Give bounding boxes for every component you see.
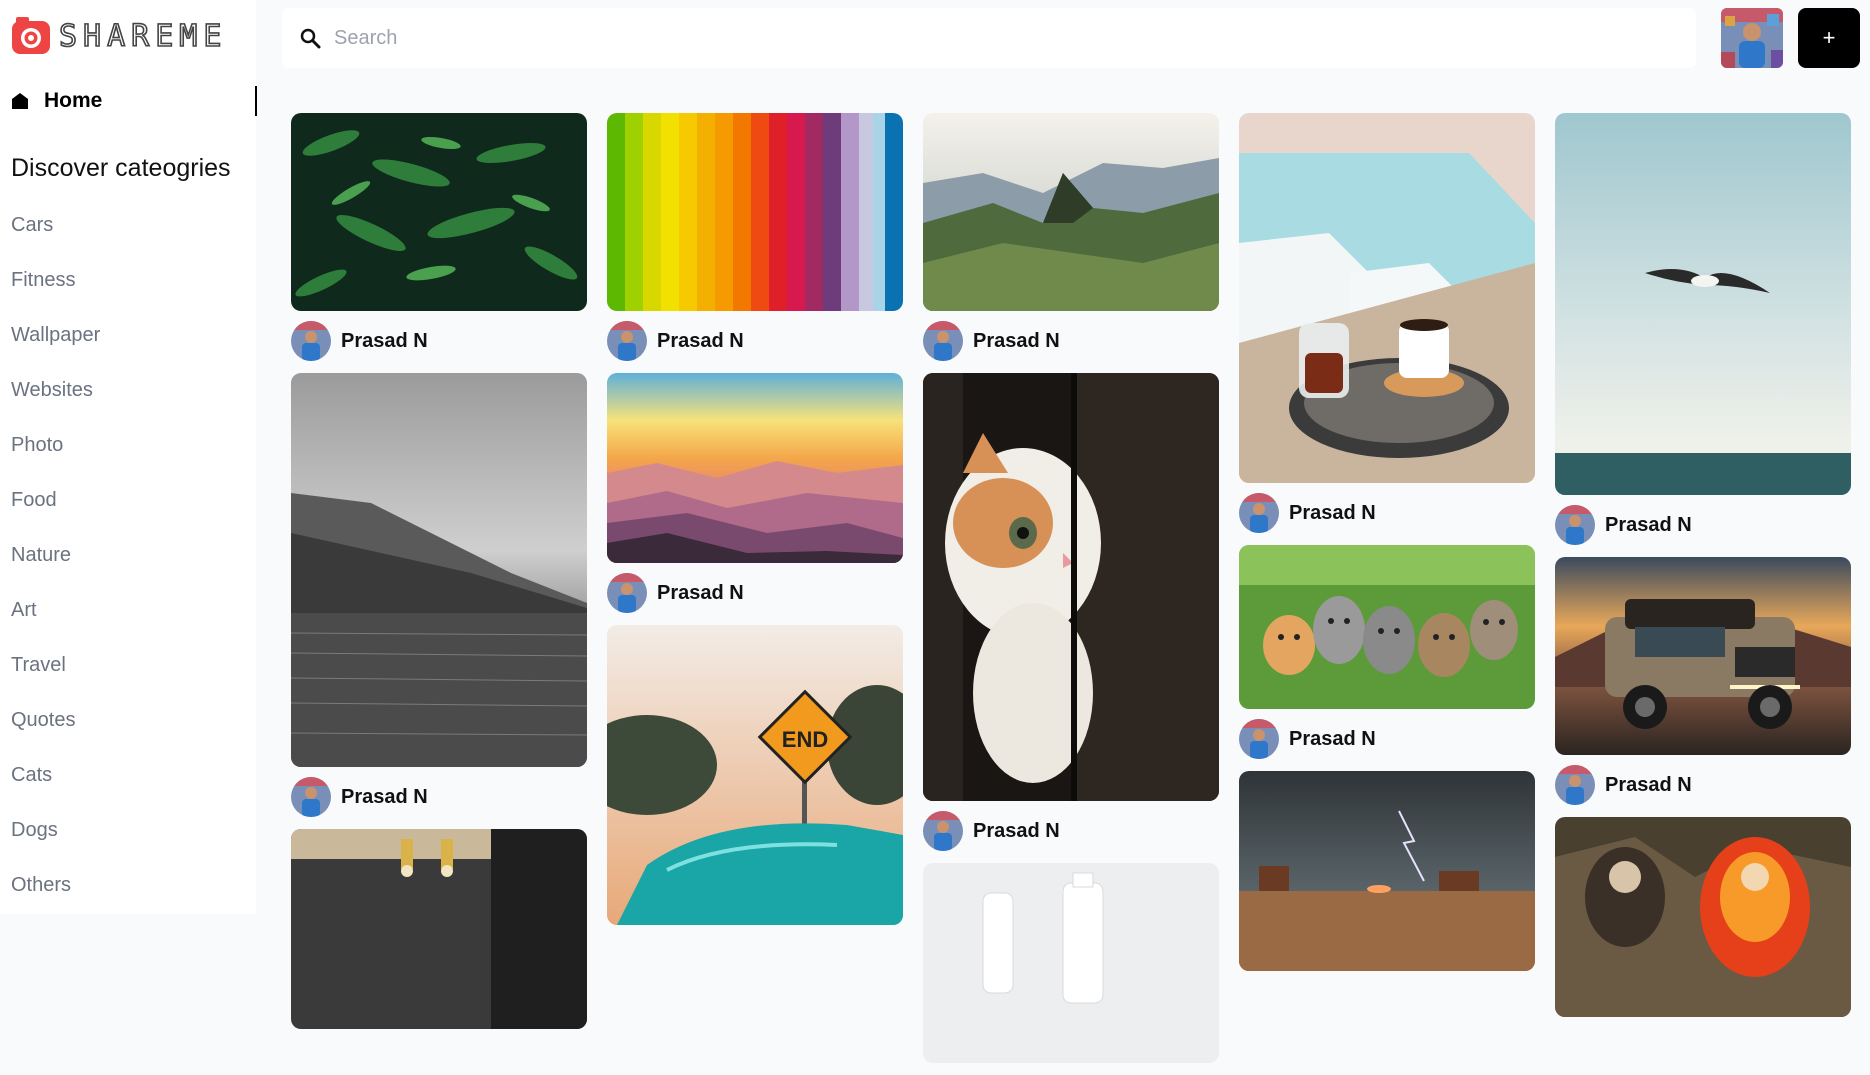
sidebar-item-websites[interactable]: Websites [11,379,100,434]
author-name: Prasad N [1289,501,1376,524]
search-bar [282,8,1696,68]
user-avatar[interactable] [1721,8,1783,68]
author-avatar [607,321,647,361]
pin-card: Prasad N [291,373,587,817]
pin-column: Prasad N [607,113,903,937]
author-name: Prasad N [657,581,744,604]
pin-image[interactable] [1555,113,1851,495]
pin-column: Prasad N [1555,113,1851,1029]
pin-image[interactable] [1555,817,1851,1017]
sidebar-item-nature[interactable]: Nature [11,544,100,599]
pin-card: Prasad N [1239,545,1535,759]
author-name: Prasad N [1605,773,1692,796]
pin-author[interactable]: Prasad N [1239,493,1535,533]
pin-image[interactable] [1239,771,1535,971]
pin-card: END [607,625,903,925]
pin-author[interactable]: Prasad N [607,321,903,361]
sidebar-item-quotes[interactable]: Quotes [11,709,100,764]
pin-image[interactable] [923,373,1219,801]
author-avatar [923,321,963,361]
author-avatar [607,573,647,613]
pin-image[interactable] [1239,113,1535,483]
search-input[interactable] [332,25,1636,51]
author-name: Prasad N [973,819,1060,842]
pin-card: Prasad N [923,113,1219,361]
author-avatar [291,321,331,361]
pin-card: Prasad N [607,373,903,613]
author-name: Prasad N [1605,513,1692,536]
author-avatar [1555,505,1595,545]
app-logo[interactable]: SHAREME [11,16,227,56]
pin-author[interactable]: Prasad N [1555,765,1851,805]
author-avatar [1555,765,1595,805]
author-avatar [1239,493,1279,533]
sidebar-item-dogs[interactable]: Dogs [11,819,100,874]
pin-image[interactable] [1555,557,1851,755]
search-icon [300,28,321,49]
pin-column: Prasad N Prasad N [923,113,1219,1075]
pin-image[interactable] [291,829,587,1029]
sidebar-item-wallpaper[interactable]: Wallpaper [11,324,100,379]
pin-image[interactable] [607,373,903,563]
sidebar-item-home[interactable]: Home [11,86,257,116]
author-name: Prasad N [341,329,428,352]
user-avatar-image [1721,8,1783,68]
pin-author[interactable]: Prasad N [1555,505,1851,545]
pin-author[interactable]: Prasad N [607,573,903,613]
pin-card: Prasad N [291,113,587,361]
sidebar-item-cars[interactable]: Cars [11,214,100,269]
sidebar-item-food[interactable]: Food [11,489,100,544]
sidebar-item-fitness[interactable]: Fitness [11,269,100,324]
svg-text:END: END [782,727,828,752]
camera-icon [12,17,50,54]
pin-card: Prasad N [607,113,903,361]
pin-image[interactable]: END [607,625,903,925]
pin-card: Prasad N [1555,557,1851,805]
pin-author[interactable]: Prasad N [291,321,587,361]
pin-image[interactable] [607,113,903,311]
pin-image[interactable] [1239,545,1535,709]
author-name: Prasad N [1289,727,1376,750]
pin-card [923,863,1219,1063]
sidebar-item-photo[interactable]: Photo [11,434,100,489]
pin-author[interactable]: Prasad N [923,811,1219,851]
author-avatar [291,777,331,817]
pin-image[interactable] [923,863,1219,1063]
pin-card: Prasad N [1555,113,1851,545]
pin-card [1555,817,1851,1017]
pin-author[interactable]: Prasad N [923,321,1219,361]
pin-column: Prasad N [291,113,587,1041]
author-name: Prasad N [341,785,428,808]
pin-column: Prasad N [1239,113,1535,983]
sidebar-item-art[interactable]: Art [11,599,100,654]
author-avatar [923,811,963,851]
pin-image[interactable] [923,113,1219,311]
sidebar-item-cats[interactable]: Cats [11,764,100,819]
pin-author[interactable]: Prasad N [1239,719,1535,759]
pin-card [291,829,587,1029]
pin-image[interactable] [291,113,587,311]
sidebar-item-travel[interactable]: Travel [11,654,100,709]
category-list: Cars Fitness Wallpaper Websites Photo Fo… [11,214,100,929]
add-pin-button[interactable]: + [1798,8,1860,68]
sidebar-item-others[interactable]: Others [11,874,100,929]
discover-heading: Discover cateogries [11,154,231,182]
pin-card [1239,771,1535,971]
pin-author[interactable]: Prasad N [291,777,587,817]
author-avatar [1239,719,1279,759]
pin-card: Prasad N [923,373,1219,851]
author-name: Prasad N [973,329,1060,352]
app-name: SHAREME [58,18,228,55]
home-label: Home [44,89,103,112]
pin-card: Prasad N [1239,113,1535,533]
home-icon [12,93,28,109]
author-name: Prasad N [657,329,744,352]
pin-image[interactable] [291,373,587,767]
sidebar: SHAREME Home Discover cateogries Cars Fi… [0,0,257,914]
